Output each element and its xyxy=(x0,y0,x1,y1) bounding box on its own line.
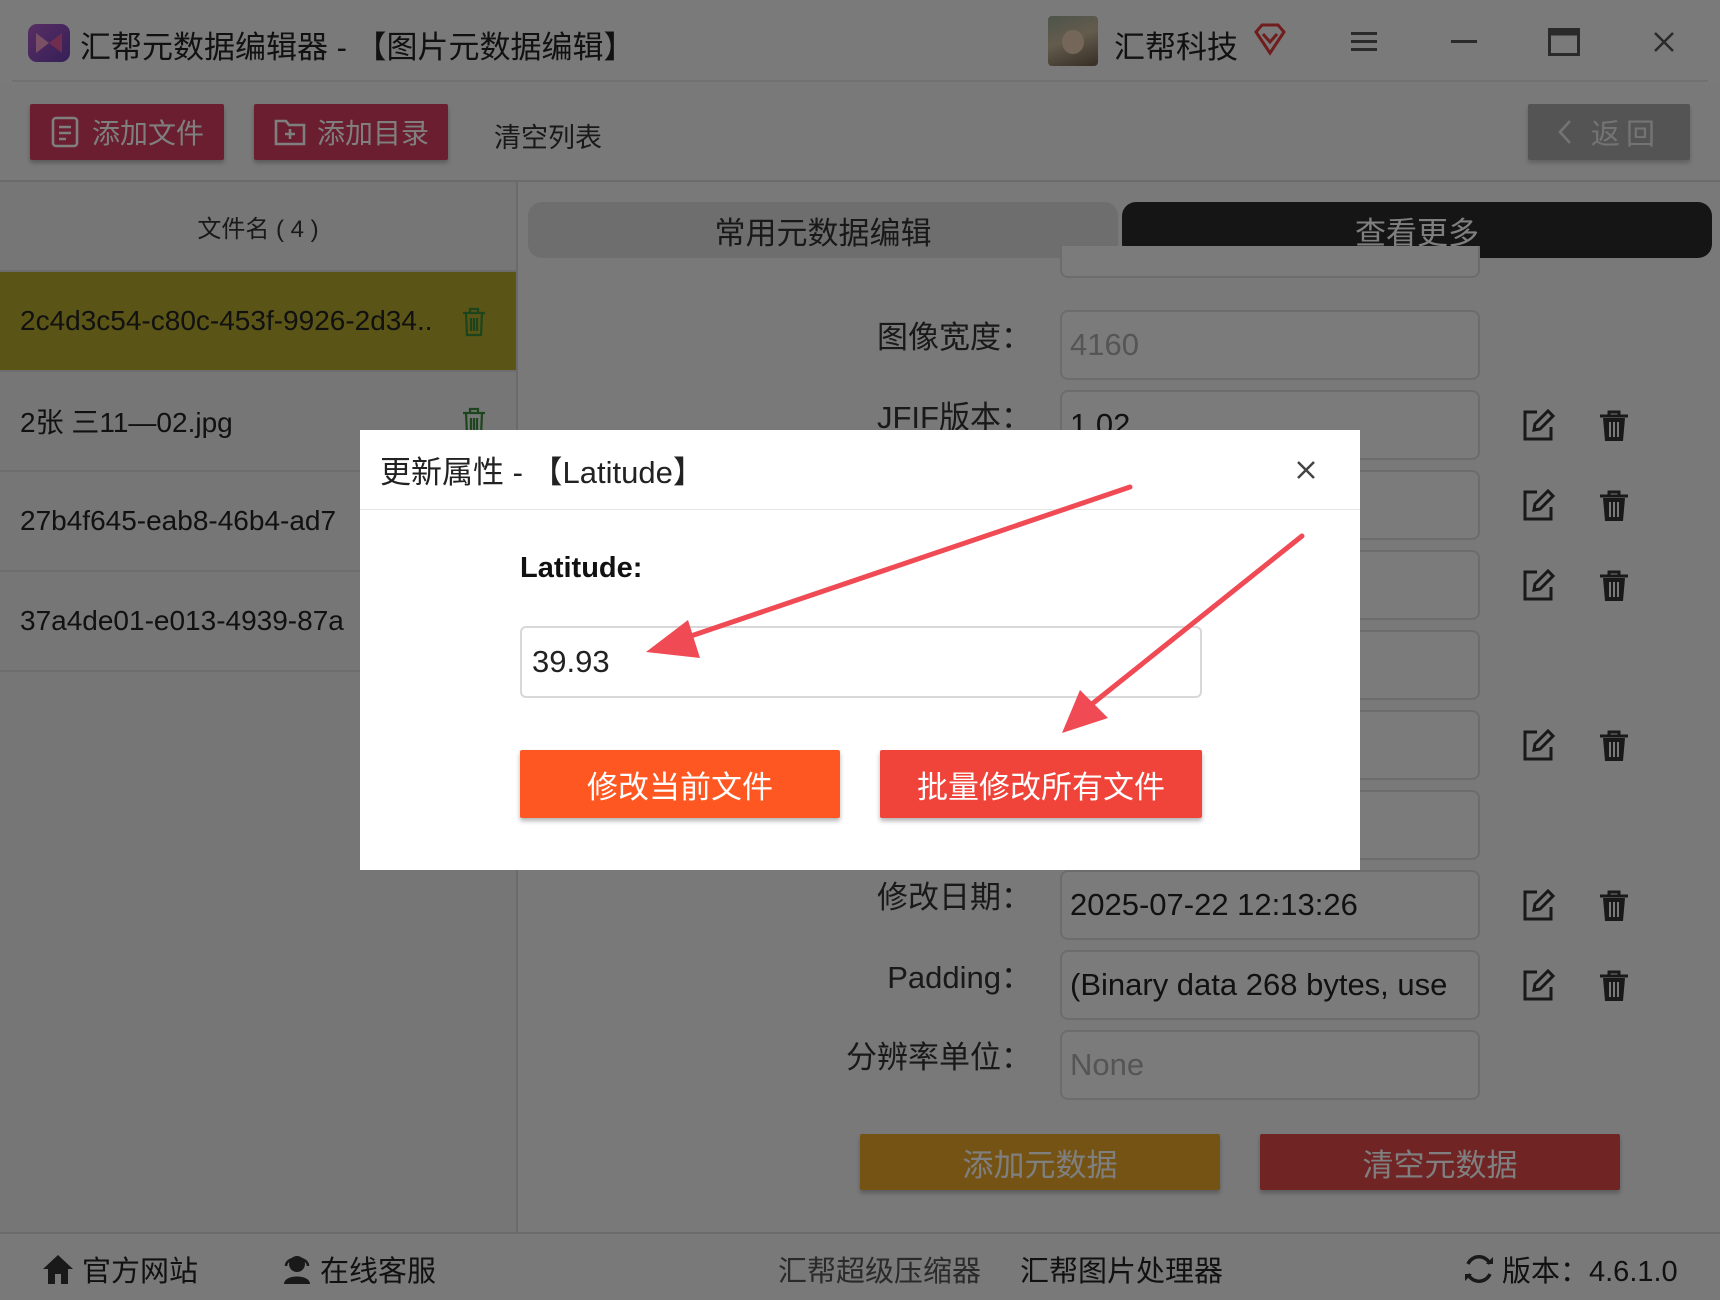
update-property-dialog: 更新属性 - 【Latitude】 Latitude: 修改当前文件 批量修改所… xyxy=(360,430,1360,870)
batch-modify-all-button[interactable]: 批量修改所有文件 xyxy=(880,750,1202,818)
dialog-title: 更新属性 - 【Latitude】 xyxy=(380,455,704,490)
latitude-label: Latitude: xyxy=(520,552,643,584)
dialog-header: 更新属性 - 【Latitude】 xyxy=(360,430,1360,510)
close-icon[interactable] xyxy=(1288,452,1324,488)
latitude-input[interactable] xyxy=(520,626,1202,698)
modify-current-file-button[interactable]: 修改当前文件 xyxy=(520,750,840,818)
